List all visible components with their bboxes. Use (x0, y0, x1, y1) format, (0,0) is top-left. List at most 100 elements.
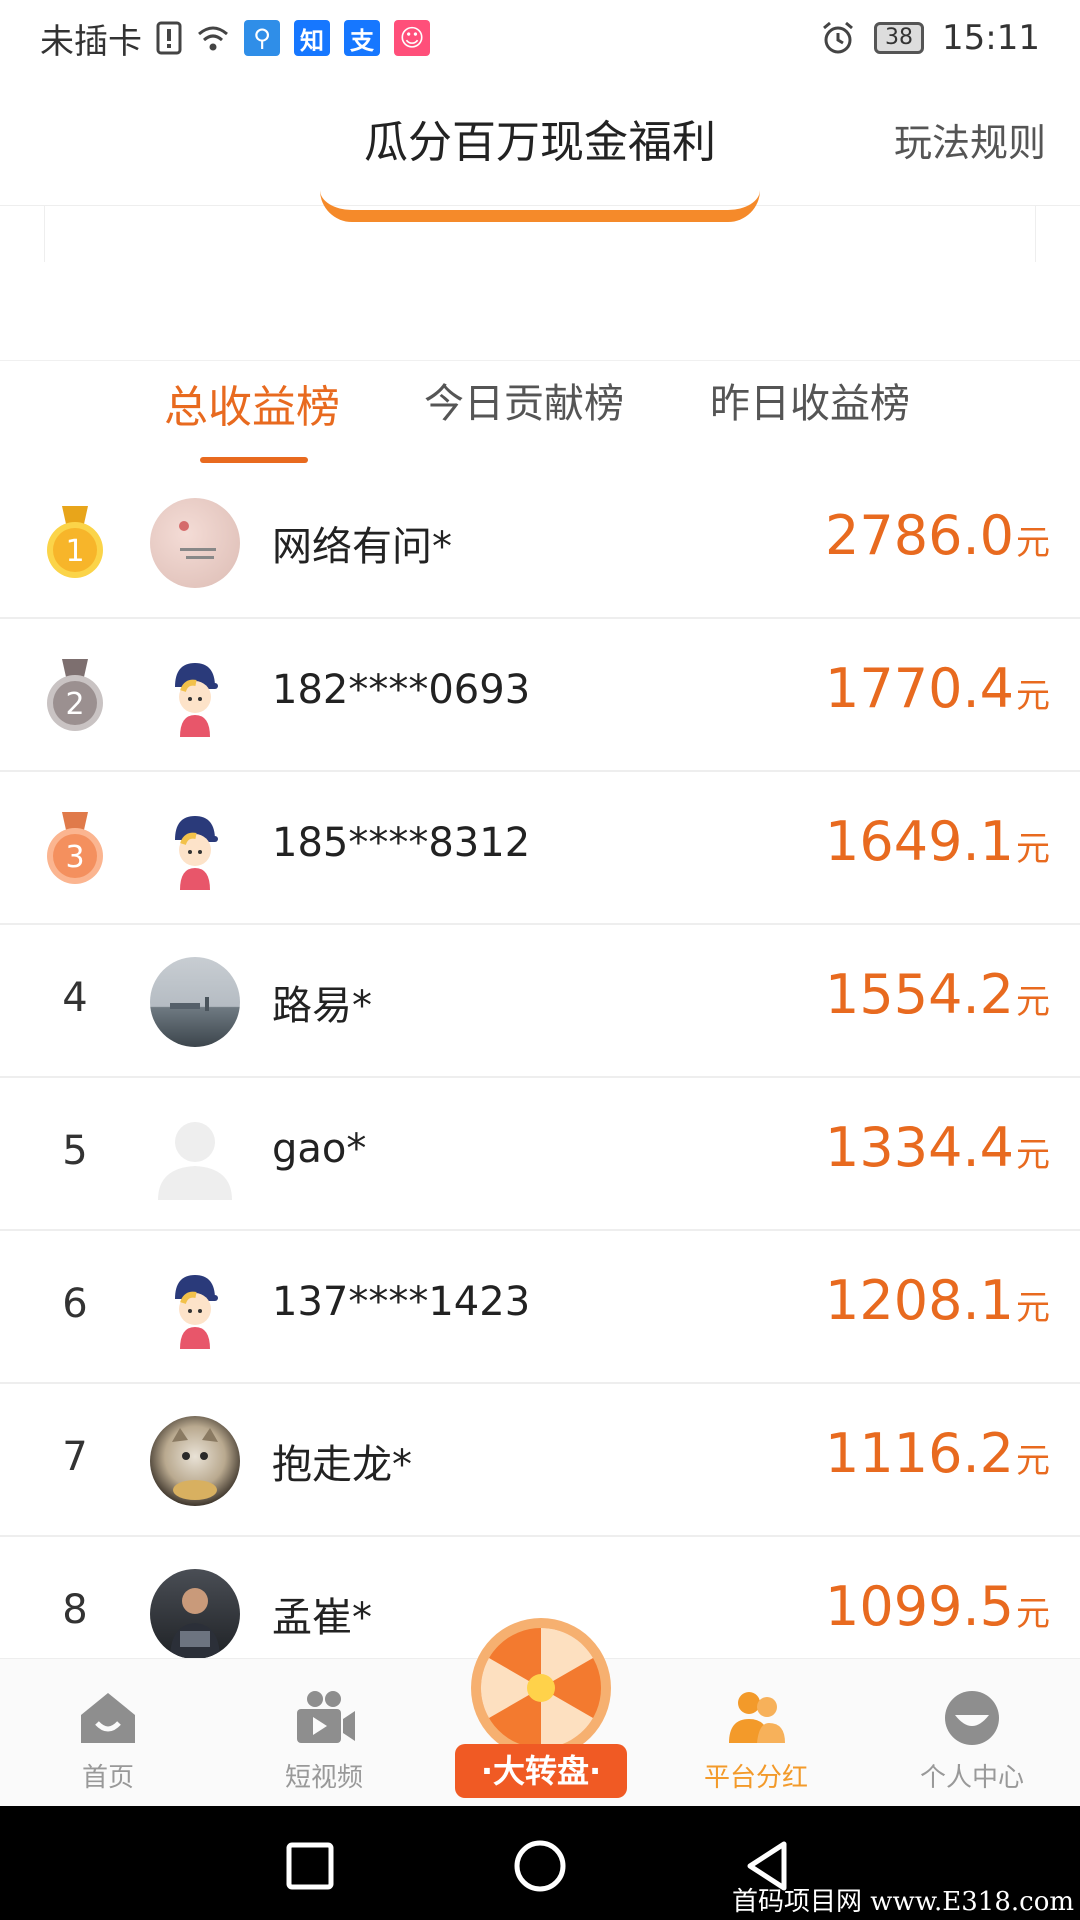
avatar-image (179, 521, 216, 559)
video-camera-icon (297, 1691, 355, 1743)
lucky-wheel-label: ·大转盘· (455, 1744, 627, 1798)
user-name: 孟崔* (272, 1595, 372, 1641)
clock-time: 15:11 (942, 18, 1040, 58)
person-photo-avatar (170, 1588, 220, 1659)
battery-indicator: 38 (874, 22, 925, 54)
sim-alert-icon (156, 21, 182, 55)
banner-button-edge[interactable] (320, 190, 760, 222)
amount-unit: 元 (1016, 1288, 1050, 1328)
medal-rank-text: 2 (65, 687, 84, 722)
nav-home[interactable]: 首页 (18, 1689, 198, 1794)
amount-value: 1208.1 (825, 1269, 1014, 1332)
nav-short-video[interactable]: 短视频 (234, 1689, 414, 1794)
avatar[interactable] (150, 498, 240, 588)
nav-platform-dividend-label: 平台分红 (703, 1763, 808, 1793)
user-name: gao* (272, 1126, 367, 1172)
rank-number: 4 (62, 975, 88, 1021)
ranking-row[interactable]: 1 网络有问* 2786.0 元 (0, 466, 1080, 619)
amount-value: 2786.0 (825, 504, 1014, 567)
user-name: 路易* (272, 983, 372, 1029)
ranking-row[interactable]: 5 gao* 1334.4 元 (0, 1078, 1080, 1231)
game-app-icon: ☺ (394, 20, 430, 56)
amount-value: 1770.4 (825, 657, 1014, 720)
profile-icon (945, 1691, 999, 1745)
user-name: 137****1423 (272, 1279, 531, 1325)
rank-number: 7 (62, 1434, 88, 1480)
nav-profile-label: 个人中心 (919, 1763, 1024, 1793)
status-left: 未插卡 ⚲ 知 支 ☺ (40, 14, 430, 63)
status-right: 38 15:11 (820, 18, 1040, 58)
earnings-amount: 1770.4 元 (825, 657, 1050, 720)
cartoon-boy-avatar-icon (175, 816, 218, 890)
amount-value: 1649.1 (825, 810, 1014, 873)
earnings-amount: 1099.5 元 (825, 1575, 1050, 1638)
rules-link[interactable]: 玩法规则 (894, 112, 1046, 167)
avatar[interactable] (150, 957, 240, 1047)
earnings-amount: 1116.2 元 (825, 1422, 1050, 1485)
ranking-tabs: 总收益榜 今日贡献榜 昨日收益榜 (0, 360, 1080, 472)
default-user-avatar-icon (158, 1122, 232, 1200)
hotspot-app-icon: ⚲ (244, 20, 280, 56)
avatar[interactable] (150, 1569, 240, 1659)
user-name: 182****0693 (272, 667, 531, 713)
amount-value: 1116.2 (825, 1422, 1014, 1485)
avatar[interactable] (150, 651, 240, 741)
avatar[interactable] (150, 804, 240, 894)
earnings-amount: 1208.1 元 (825, 1269, 1050, 1332)
ranking-row[interactable]: 4 路易* 1554.2 元 (0, 925, 1080, 1078)
landscape-photo-avatar (170, 997, 209, 1011)
amount-value: 1554.2 (825, 963, 1014, 1026)
alipay-app-icon: 支 (344, 20, 380, 56)
nav-home-label: 首页 (81, 1763, 134, 1793)
avatar[interactable] (150, 1110, 240, 1200)
amount-unit: 元 (1016, 829, 1050, 869)
rank-number: 5 (62, 1128, 88, 1174)
amount-unit: 元 (1016, 1441, 1050, 1481)
ranking-row[interactable]: 6 137****1423 1208.1 元 (0, 1231, 1080, 1384)
ranking-row[interactable]: 2 182****0693 1770.4 元 (0, 619, 1080, 772)
user-name: 网络有问* (272, 524, 452, 570)
cartoon-boy-avatar-icon (175, 1275, 218, 1349)
amount-unit: 元 (1016, 1594, 1050, 1634)
ranking-row[interactable]: 3 185****8312 1649.1 元 (0, 772, 1080, 925)
users-icon (729, 1692, 785, 1743)
nav-profile[interactable]: 个人中心 (882, 1689, 1062, 1794)
gold-medal-icon: 1 (47, 506, 103, 578)
tab-today-contribution[interactable]: 今日贡献榜 (424, 371, 624, 429)
earnings-amount: 2786.0 元 (825, 504, 1050, 567)
avatar[interactable] (150, 1416, 240, 1506)
alarm-icon (823, 21, 853, 54)
title-bar: 瓜分百万现金福利 玩法规则 (0, 76, 1080, 206)
rank-number: 6 (62, 1281, 88, 1327)
tab-active-indicator (200, 457, 308, 463)
earnings-amount: 1334.4 元 (825, 1116, 1050, 1179)
amount-value: 1099.5 (825, 1575, 1014, 1638)
cartoon-boy-avatar-icon (175, 663, 218, 737)
system-nav-bar: 首码项目网 www.E318.com (0, 1806, 1080, 1920)
tab-yesterday-earnings[interactable]: 昨日收益榜 (710, 371, 910, 429)
lucky-wheel-button[interactable]: ·大转盘· (455, 1616, 627, 1806)
home-circle-icon[interactable] (510, 1836, 570, 1896)
ranking-list: 1 网络有问* 2786.0 元 2 182****0693 1770.4 元 3 (0, 466, 1080, 1690)
user-name: 185****8312 (272, 820, 531, 866)
earnings-amount: 1649.1 元 (825, 810, 1050, 873)
medal-rank-text: 3 (65, 840, 84, 875)
cat-photo-avatar (172, 1428, 218, 1500)
watermark-text: 首码项目网 www.E318.com (732, 1887, 1074, 1917)
recents-icon[interactable] (280, 1836, 340, 1896)
zhihu-app-icon: 知 (294, 20, 330, 56)
wifi-icon (198, 26, 228, 51)
amount-unit: 元 (1016, 1135, 1050, 1175)
amount-value: 1334.4 (825, 1116, 1014, 1179)
rank-number: 8 (62, 1587, 88, 1633)
user-name: 抱走龙* (272, 1442, 412, 1488)
ranking-row[interactable]: 7 抱走龙* 1116.2 元 (0, 1384, 1080, 1537)
home-icon (81, 1693, 135, 1743)
earnings-amount: 1554.2 元 (825, 963, 1050, 1026)
bronze-medal-icon: 3 (47, 812, 103, 884)
nav-short-video-label: 短视频 (284, 1763, 363, 1793)
avatar[interactable] (150, 1263, 240, 1353)
nav-platform-dividend[interactable]: 平台分红 (666, 1689, 846, 1794)
amount-unit: 元 (1016, 676, 1050, 716)
tab-total-earnings[interactable]: 总收益榜 (164, 371, 340, 435)
